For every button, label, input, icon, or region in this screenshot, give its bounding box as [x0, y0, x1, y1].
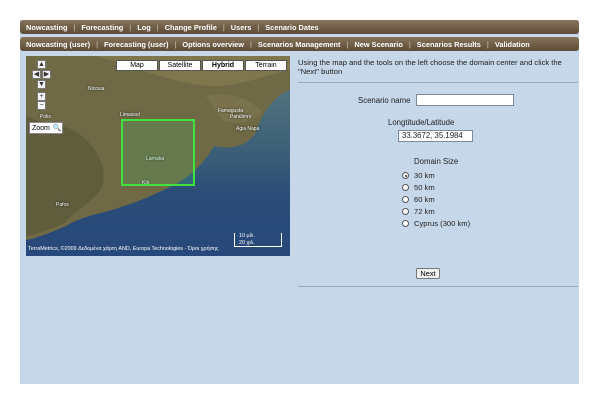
- pan-up-icon[interactable]: ▲: [37, 60, 46, 69]
- subnav-validation[interactable]: Validation: [495, 40, 530, 49]
- pan-left-icon[interactable]: ◀: [32, 70, 41, 79]
- subnav-nowcasting-user[interactable]: Nowcasting (user): [26, 40, 90, 49]
- subnav-new-scenario[interactable]: New Scenario: [354, 40, 402, 49]
- nav-log[interactable]: Log: [137, 23, 151, 32]
- town-label: Paralimni: [230, 114, 251, 120]
- radio-icon: [402, 184, 409, 191]
- scenario-name-label: Scenario name: [358, 96, 411, 105]
- zoom-in-icon[interactable]: +: [37, 92, 46, 101]
- option-label: 50 km: [414, 183, 435, 192]
- town-label: Limassol: [120, 112, 140, 118]
- pan-right-icon[interactable]: ▶: [42, 70, 51, 79]
- divider: [298, 286, 578, 287]
- zoom-out-icon[interactable]: −: [37, 101, 46, 110]
- instructions-text: Using the map and the tools on the left …: [298, 58, 562, 76]
- scale-label-bottom: 20 χιλ.: [239, 240, 255, 246]
- nav-separator: |: [486, 39, 489, 49]
- nav-separator: |: [174, 39, 177, 49]
- town-label: Polis: [40, 114, 51, 120]
- nav-forecasting[interactable]: Forecasting: [81, 23, 123, 32]
- nav-separator: |: [257, 22, 260, 32]
- next-button[interactable]: Next: [416, 268, 440, 279]
- subnav-options-overview[interactable]: Options overview: [182, 40, 244, 49]
- nav-separator: |: [156, 22, 159, 32]
- map-type-terrain[interactable]: Terrain: [245, 60, 287, 71]
- divider: [298, 82, 578, 83]
- domain-size-label: Domain Size: [414, 157, 459, 166]
- pan-down-icon[interactable]: ▼: [37, 80, 46, 89]
- domain-size-option[interactable]: Cyprus (300 km): [402, 219, 470, 228]
- subnav-scenarios-results[interactable]: Scenarios Results: [417, 40, 481, 49]
- coordinates-label: Longtitude/Latitude: [388, 118, 455, 127]
- map-type-satellite[interactable]: Satellite: [159, 60, 201, 71]
- map-view[interactable]: Map Satellite Hybrid Terrain ▲ ◀ ▶ ▼ + −…: [26, 56, 290, 256]
- scenario-panel: Using the map and the tools on the left …: [298, 56, 578, 287]
- radio-icon: [402, 220, 409, 227]
- domain-size-option[interactable]: 60 km: [402, 195, 435, 204]
- domain-size-option[interactable]: 72 km: [402, 207, 435, 216]
- domain-selection-rectangle[interactable]: [121, 119, 195, 186]
- magnifier-icon: 🔍: [52, 125, 62, 132]
- subnav-forecasting-user[interactable]: Forecasting (user): [104, 40, 168, 49]
- domain-size-option[interactable]: 30 km: [402, 171, 435, 180]
- radio-selected-icon: [402, 172, 409, 179]
- town-label: Agia Napa: [236, 126, 260, 132]
- nav-users[interactable]: Users: [231, 23, 252, 32]
- nav-separator: |: [408, 39, 411, 49]
- top-nav: Nowcasting | Forecasting | Log | Change Pro…: [20, 20, 579, 34]
- nav-separator: |: [96, 39, 98, 49]
- radio-icon: [402, 196, 409, 203]
- town-label: Pafos: [56, 202, 69, 208]
- option-label: Cyprus (300 km): [414, 219, 471, 228]
- nav-separator: |: [222, 22, 225, 32]
- nav-separator: |: [250, 39, 252, 49]
- nav-separator: |: [346, 39, 349, 49]
- zoom-button[interactable]: Zoom 🔍: [29, 122, 63, 134]
- zoom-label: Zoom: [32, 124, 50, 132]
- map-type-map[interactable]: Map: [116, 60, 158, 71]
- radio-icon: [402, 208, 409, 215]
- option-label: 72 km: [414, 207, 435, 216]
- nav-scenario-dates[interactable]: Scenario Dates: [265, 23, 318, 32]
- option-label: 30 km: [414, 171, 435, 180]
- nav-separator: |: [129, 22, 132, 32]
- sub-nav: Nowcasting (user) | Forecasting (user) | O…: [20, 37, 579, 51]
- nav-nowcasting[interactable]: Nowcasting: [26, 23, 67, 32]
- domain-size-option[interactable]: 50 km: [402, 183, 435, 192]
- coordinates-input[interactable]: 33.3672, 35.1984: [398, 130, 473, 142]
- subnav-scenarios-management[interactable]: Scenarios Management: [258, 40, 341, 49]
- map-type-hybrid[interactable]: Hybrid: [202, 60, 244, 71]
- nav-separator: |: [73, 22, 76, 32]
- map-copyright: TerraMetrics, ©2009 Δεδομένα χάρτη AND, …: [28, 246, 219, 252]
- town-label: Nicosia: [88, 86, 105, 92]
- scale-label-top: 10 μίλ.: [239, 233, 255, 239]
- nav-change-profile[interactable]: Change Profile: [165, 23, 217, 32]
- scenario-name-input[interactable]: [416, 94, 514, 106]
- map-scale: 10 μίλ. 20 χιλ.: [234, 233, 282, 247]
- page-frame: Nowcasting | Forecasting | Log | Change Pro…: [20, 20, 579, 384]
- option-label: 60 km: [414, 195, 435, 204]
